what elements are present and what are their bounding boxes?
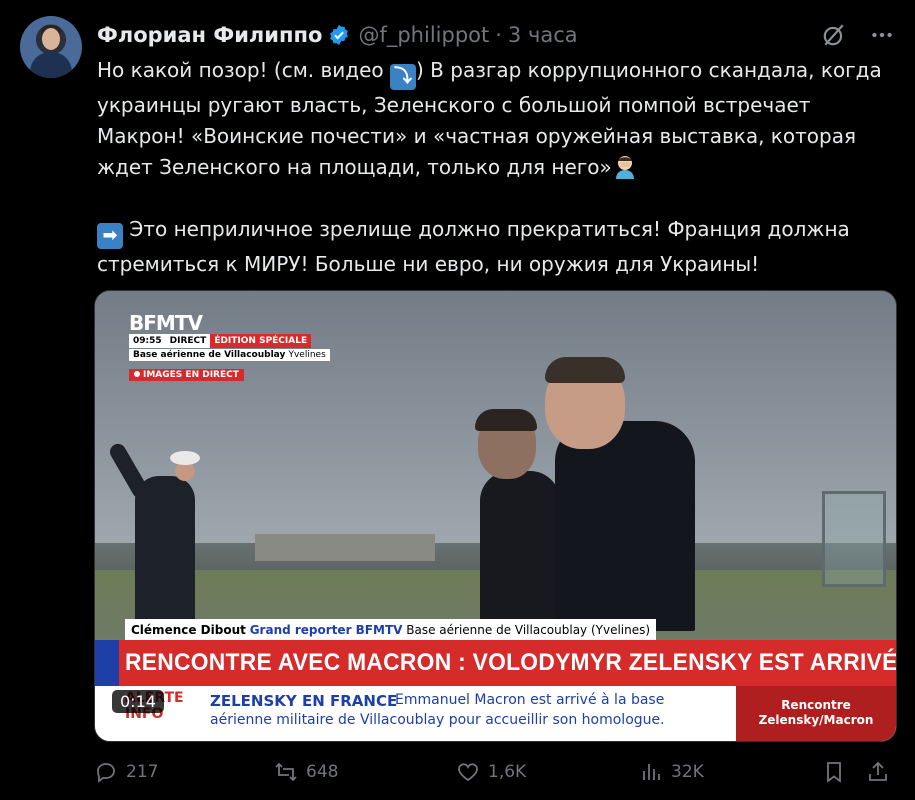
macron-hair: [545, 357, 625, 383]
bfmtv-logo: BFMTV: [129, 311, 203, 335]
author-handle[interactable]: @f_philippot: [358, 23, 489, 47]
news-ticker: ALERTE INFO ZELENSKY EN FRANCE Emmanuel …: [95, 686, 896, 741]
reply-button[interactable]: 217: [94, 760, 158, 784]
tweet-text-part: Но какой позор! (см. видео: [97, 58, 391, 82]
reporter-role: Grand reporter BFMTV: [249, 623, 403, 637]
video-buildings: [255, 534, 435, 561]
tweet-header: Флориан Филиппо @f_philippot · 3 часа: [97, 20, 895, 50]
tweet-paragraph-1: Но какой позор! (см. видео ⤵) В разгар к…: [97, 55, 887, 183]
tweet-text-part: Это неприличное зрелище должно прекратит…: [97, 217, 850, 276]
action-bar: 217 648 1,6K 32K: [94, 760, 894, 792]
grok-icon[interactable]: [821, 22, 847, 48]
share-icon: [869, 761, 887, 781]
images-direct-text: IMAGES EN DIRECT: [143, 370, 239, 380]
video-glass-booth: [822, 491, 886, 587]
arrow-right-emoji-icon: ➡: [97, 223, 123, 249]
location-sub: Yvelines: [288, 350, 326, 360]
live-tag: DIRECT: [165, 334, 211, 348]
arrow-down-emoji-icon: ⤵: [390, 64, 417, 90]
avatar[interactable]: [20, 16, 82, 78]
headline-text: RENCONTRE AVEC MACRON : VOLODYMYR ZELENS…: [125, 649, 897, 676]
location-main: Base aérienne de Villacoublay: [133, 350, 286, 360]
reply-icon: [97, 763, 115, 783]
timestamp[interactable]: 3 часа: [508, 23, 578, 47]
reporter-lower-third: Clémence Dibout Grand reporter BFMTV Bas…: [125, 619, 657, 641]
ticker-side-box: Rencontre Zelensky/Macron: [736, 686, 896, 741]
reporter-place: Base aérienne de Villacoublay (Yvelines): [406, 623, 651, 637]
bookmark-icon: [827, 762, 841, 783]
live-time: 09:55: [129, 334, 166, 348]
facepalm-emoji-icon: [615, 156, 634, 179]
ticker-side-line-2: Zelensky/Macron: [758, 713, 874, 727]
bookmark-button[interactable]: [822, 760, 854, 784]
ticker-body-2: aérienne militaire de Villacoublay pour …: [210, 712, 665, 728]
reply-count: 217: [126, 762, 159, 782]
repost-button[interactable]: 648: [274, 760, 338, 784]
ticker-side-line-1: Rencontre: [781, 698, 851, 712]
reporter-name: Clémence Dibout: [131, 623, 246, 637]
share-button[interactable]: [866, 760, 898, 784]
like-count: 1,6K: [488, 762, 527, 782]
heart-icon: [458, 763, 478, 782]
edition-tag: ÉDITION SPÉCIALE: [210, 334, 312, 348]
images-direct-badge: IMAGES EN DIRECT: [129, 369, 244, 381]
separator-dot: ·: [495, 23, 502, 47]
view-count: 32K: [671, 762, 704, 782]
macron-figure: [555, 421, 695, 631]
headline-band: RENCONTRE AVEC MACRON : VOLODYMYR ZELENS…: [95, 640, 896, 686]
verified-badge-icon: [330, 24, 349, 46]
views-chart-icon: [643, 764, 660, 780]
tweet-text: Но какой позор! (см. видео ⤵) В разгар к…: [97, 55, 887, 280]
tweet-paragraph-2: ➡ Это неприличное зрелище должно прекрат…: [97, 214, 887, 280]
like-button[interactable]: 1,6K: [456, 760, 526, 784]
record-dot-icon: [134, 371, 140, 377]
ticker-title: ZELENSKY EN FRANCE: [210, 692, 398, 710]
location-label: Base aérienne de Villacoublay Yvelines: [129, 349, 330, 361]
honor-guard-figure: [135, 476, 195, 626]
zelensky-hair: [475, 409, 537, 431]
repost-count: 648: [306, 762, 339, 782]
video-player[interactable]: BFMTV 09:55 DIRECT ÉDITION SPÉCIALE Base…: [94, 290, 897, 742]
repost-icon: [275, 762, 297, 782]
ticker-body: Emmanuel Macron est arrivé à la base: [395, 692, 665, 708]
live-line: 09:55 DIRECT ÉDITION SPÉCIALE: [129, 334, 312, 348]
author-name[interactable]: Флориан Филиппо: [97, 23, 322, 47]
guard-hat: [170, 451, 200, 465]
more-options-icon[interactable]: [869, 22, 895, 48]
video-duration-badge: 0:14: [112, 690, 164, 713]
zelensky-figure: [480, 471, 560, 631]
views-button[interactable]: 32K: [639, 760, 704, 784]
